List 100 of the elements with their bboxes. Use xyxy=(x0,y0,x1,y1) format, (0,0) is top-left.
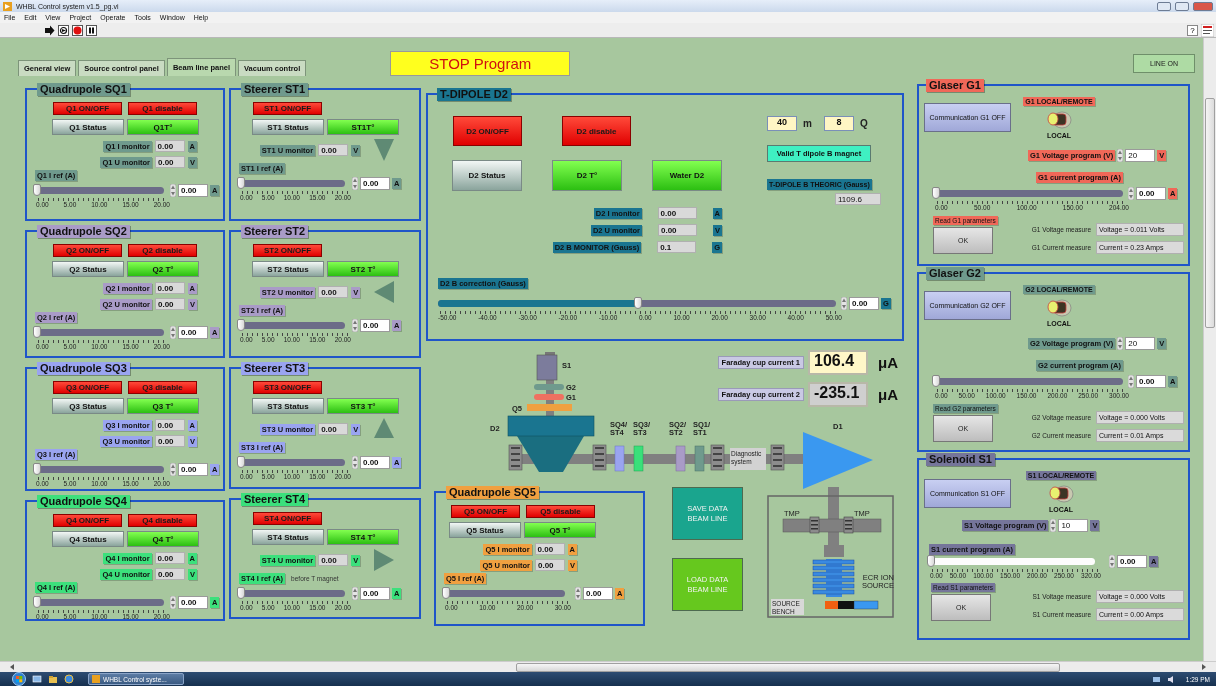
numeric-field[interactable]: 10 xyxy=(1058,519,1089,532)
spin-control[interactable] xyxy=(1117,337,1124,350)
slider-track[interactable] xyxy=(930,558,1095,565)
slider-thumb[interactable] xyxy=(33,596,41,608)
slider-track[interactable] xyxy=(240,180,345,187)
numeric-field[interactable]: 0.00 xyxy=(360,587,390,600)
desktop-icon[interactable] xyxy=(32,674,42,684)
switch-button[interactable]: ST1 ON/OFF xyxy=(253,102,322,115)
vertical-scrollbar[interactable] xyxy=(1203,38,1216,661)
slider-thumb[interactable] xyxy=(932,375,940,387)
status-indicator: Q2 T° xyxy=(127,261,199,277)
numeric-field[interactable]: 0.00 xyxy=(178,184,208,197)
slider-thumb[interactable] xyxy=(33,326,41,338)
switch-button[interactable]: Q3 ON/OFF xyxy=(53,381,122,394)
switch-button[interactable]: ST4 ON/OFF xyxy=(253,512,322,525)
spin-control[interactable] xyxy=(170,463,176,476)
slider-thumb[interactable] xyxy=(932,187,940,199)
stop-button[interactable]: STOP Program xyxy=(390,51,571,76)
close-button[interactable] xyxy=(1193,1,1213,11)
slider-track[interactable] xyxy=(445,590,565,597)
switch-button[interactable]: Q1 disable xyxy=(128,102,197,115)
spin-control[interactable] xyxy=(352,456,358,469)
slider-thumb[interactable] xyxy=(237,177,245,189)
spin-control[interactable] xyxy=(1128,187,1134,200)
numeric-field[interactable]: 0.00 xyxy=(1136,187,1166,200)
slider-track[interactable] xyxy=(240,590,345,597)
switch-button[interactable]: Q4 disable xyxy=(128,514,197,527)
switch-button[interactable]: ST3 ON/OFF xyxy=(253,381,322,394)
numeric-field[interactable]: 0.00 xyxy=(1136,375,1166,388)
slider-track[interactable] xyxy=(240,322,345,329)
slider-track[interactable] xyxy=(935,190,1123,197)
start-orb-icon[interactable] xyxy=(12,672,26,686)
switch-button[interactable]: Q2 disable xyxy=(128,244,197,257)
help-button[interactable]: ? xyxy=(1187,24,1198,36)
network-icon[interactable] xyxy=(1151,674,1161,684)
switch-button[interactable]: ST2 ON/OFF xyxy=(253,244,322,257)
switch-button[interactable]: D2 disable xyxy=(562,116,631,146)
run-arrow-icon[interactable] xyxy=(44,24,55,36)
pause-icon[interactable] xyxy=(86,24,97,36)
numeric-field[interactable]: 0.00 xyxy=(178,326,208,339)
spin-control[interactable] xyxy=(1117,149,1124,162)
slider-thumb[interactable] xyxy=(237,319,245,331)
spin-control[interactable] xyxy=(170,184,176,197)
slider-thumb[interactable] xyxy=(33,463,41,475)
numeric-field[interactable]: 0.00 xyxy=(178,463,208,476)
numeric-field[interactable]: 0.00 xyxy=(1117,555,1147,568)
numeric-field[interactable]: 20 xyxy=(1125,337,1156,350)
monitor-value: 0.1 xyxy=(657,241,697,253)
maximize-button[interactable] xyxy=(1175,1,1189,11)
run-continuously-icon[interactable] xyxy=(58,24,69,36)
numeric-field[interactable]: 20 xyxy=(1125,149,1156,162)
switch-button[interactable]: Q3 disable xyxy=(128,381,197,394)
slider-thumb[interactable] xyxy=(927,555,935,567)
switch-button[interactable]: D2 ON/OFF xyxy=(453,116,522,146)
slider-thumb[interactable] xyxy=(237,456,245,468)
horizontal-scrollbar[interactable] xyxy=(0,661,1216,672)
switch-button[interactable]: Q1 ON/OFF xyxy=(53,102,122,115)
spin-control[interactable] xyxy=(1128,375,1134,388)
slider-thumb[interactable] xyxy=(442,587,450,599)
slider-track[interactable] xyxy=(240,459,345,466)
slider-track[interactable] xyxy=(438,300,836,307)
monitor-value: 0.00 xyxy=(155,156,185,168)
slider-thumb[interactable] xyxy=(33,184,41,196)
spin-control[interactable] xyxy=(352,319,358,332)
numeric-field[interactable]: 0.00 xyxy=(360,177,390,190)
numeric-field[interactable]: 0.00 xyxy=(178,596,208,609)
switch-button[interactable]: Q2 ON/OFF xyxy=(53,244,122,257)
numeric-field[interactable]: 0.00 xyxy=(583,587,613,600)
speaker-icon[interactable] xyxy=(1166,674,1176,684)
slider-track[interactable] xyxy=(36,329,164,336)
toggle-switch[interactable] xyxy=(1045,297,1073,317)
toggle-switch[interactable] xyxy=(1045,109,1073,129)
spin-control[interactable] xyxy=(1050,519,1057,532)
spin-control[interactable] xyxy=(352,587,358,600)
spin-control[interactable] xyxy=(841,297,847,310)
slider-track[interactable] xyxy=(36,187,164,194)
spin-control[interactable] xyxy=(352,177,358,190)
stop-icon[interactable] xyxy=(72,24,83,36)
slider-track[interactable] xyxy=(935,378,1123,385)
slider-thumb[interactable] xyxy=(634,297,642,309)
slider-track[interactable] xyxy=(36,599,164,606)
numeric-field[interactable]: 0.00 xyxy=(849,297,879,310)
switch-button[interactable]: Q5 disable xyxy=(526,505,595,518)
folder-icon[interactable] xyxy=(48,674,58,684)
faraday-value: 106.4 xyxy=(808,350,868,375)
browser-icon[interactable] xyxy=(64,674,74,684)
mass-field[interactable]: 40 xyxy=(767,116,797,131)
numeric-field[interactable]: 0.00 xyxy=(360,319,390,332)
spin-control[interactable] xyxy=(575,587,581,600)
toggle-switch[interactable] xyxy=(1047,483,1075,503)
spin-control[interactable] xyxy=(170,326,176,339)
switch-button[interactable]: Q5 ON/OFF xyxy=(451,505,520,518)
charge-field[interactable]: 8 xyxy=(823,116,854,131)
spin-control[interactable] xyxy=(170,596,176,609)
spin-control[interactable] xyxy=(1109,555,1115,568)
slider-track[interactable] xyxy=(36,466,164,473)
numeric-field[interactable]: 0.00 xyxy=(360,456,390,469)
switch-button[interactable]: Q4 ON/OFF xyxy=(53,514,122,527)
slider-thumb[interactable] xyxy=(237,587,245,599)
minimize-button[interactable] xyxy=(1157,1,1171,11)
